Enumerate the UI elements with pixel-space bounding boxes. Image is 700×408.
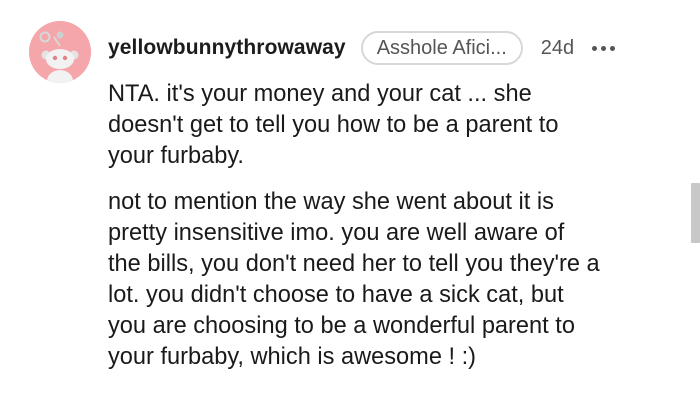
avatar[interactable] bbox=[29, 21, 91, 83]
comment-paragraph: not to mention the way she went about it… bbox=[108, 189, 600, 370]
snoo-avatar-icon bbox=[29, 21, 91, 83]
comment-header: yellowbunnythrowaway Asshole Afici... 24… bbox=[108, 28, 678, 68]
scrollbar[interactable] bbox=[691, 183, 700, 243]
dot bbox=[592, 45, 598, 51]
comment-body: NTA. it's your money and your cat ... sh… bbox=[108, 79, 668, 373]
user-flair: Asshole Afici... bbox=[360, 31, 523, 65]
more-options-icon[interactable] bbox=[592, 38, 616, 58]
comment: yellowbunnythrowaway Asshole Afici... 24… bbox=[0, 0, 700, 408]
dot bbox=[610, 45, 616, 51]
timestamp: 24d bbox=[540, 36, 575, 59]
username[interactable]: yellowbunnythrowaway bbox=[108, 36, 346, 60]
comment-paragraph: NTA. it's your money and your cat ... sh… bbox=[108, 81, 559, 169]
dot bbox=[601, 45, 607, 51]
